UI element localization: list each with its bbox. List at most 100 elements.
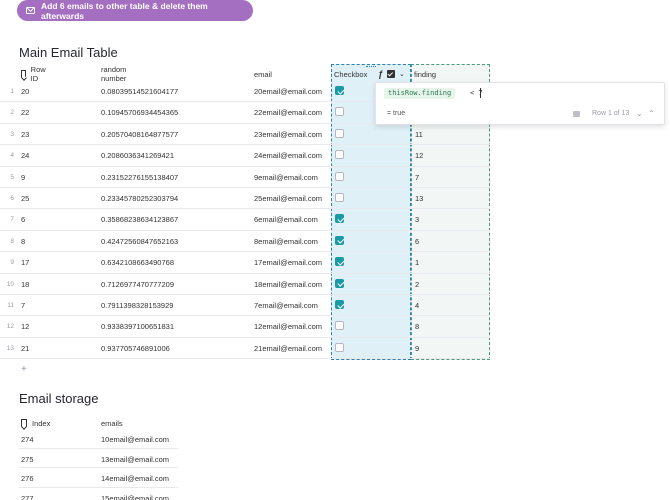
row-id-cell[interactable]: 20	[21, 87, 29, 96]
row-id-cell[interactable]: 24	[21, 151, 29, 160]
table-row[interactable]: 4 24 0.2086036341269421 24email@email.com 12	[0, 145, 490, 167]
random-number-cell[interactable]: 0.23152276155138407	[101, 173, 178, 182]
email-cell[interactable]: 14email@email.com	[101, 474, 169, 483]
email-cell[interactable]: 17email@email.com	[254, 258, 322, 267]
email-cell[interactable]: 13email@email.com	[101, 455, 169, 464]
email-cell[interactable]: 12email@email.com	[254, 322, 322, 331]
random-number-cell[interactable]: 0.35868238634123867	[101, 215, 178, 224]
table-row[interactable]: 277 15email@email.com	[19, 488, 178, 500]
email-cell[interactable]: 24email@email.com	[254, 151, 322, 160]
row-id-cell[interactable]: 22	[21, 108, 29, 117]
table-row[interactable]: 12 12 0.9338397100651831 12email@email.com 8	[0, 316, 490, 338]
row-checkbox[interactable]	[335, 278, 344, 288]
row-id-cell[interactable]: 23	[21, 130, 29, 139]
email-cell[interactable]: 20email@email.com	[254, 87, 322, 96]
finding-cell[interactable]: 7	[415, 173, 419, 182]
random-number-cell[interactable]: 0.20570408164877577	[101, 130, 178, 139]
row-checkbox[interactable]	[335, 150, 344, 160]
row-id-cell[interactable]: 6	[21, 215, 25, 224]
column-drag-handle[interactable]	[366, 66, 376, 68]
row-id-cell[interactable]: 12	[21, 322, 29, 331]
email-cell[interactable]: 21email@email.com	[254, 344, 322, 353]
table-row[interactable]: 11 7 0.7911398328153929 7email@email.com 4	[0, 295, 490, 317]
table-row[interactable]: 6 25 0.23345780252303794 25email@email.com 1…	[0, 188, 490, 210]
row-checkbox[interactable]	[335, 171, 344, 181]
table-row[interactable]: 275 13email@email.com	[19, 449, 178, 469]
row-number: 11	[7, 302, 14, 309]
email-cell[interactable]: 25email@email.com	[254, 194, 322, 203]
random-number-cell[interactable]: 0.2086036341269421	[101, 151, 174, 160]
row-checkbox[interactable]	[335, 128, 344, 138]
row-id-cell[interactable]: 25	[21, 194, 29, 203]
finding-cell[interactable]: 3	[415, 215, 419, 224]
row-id-cell[interactable]: 21	[21, 344, 29, 353]
formula-token[interactable]: thisRow.finding	[384, 88, 456, 99]
email-cell[interactable]: 6email@email.com	[254, 215, 318, 224]
chevron-up-icon[interactable]: ⌃	[648, 109, 655, 118]
row-number: 3	[10, 130, 14, 138]
random-number-cell[interactable]: 0.7126977470777209	[101, 280, 174, 289]
finding-cell[interactable]: 11	[415, 130, 423, 139]
add-row-button[interactable]: +	[21, 364, 27, 375]
row-checkbox[interactable]	[335, 342, 344, 352]
table-row[interactable]: 276 14email@email.com	[19, 468, 178, 488]
row-checkbox[interactable]	[335, 300, 344, 309]
formula-editor[interactable]: thisRow.finding < 7 = true Row 1 of 13 ⌄…	[375, 82, 665, 125]
table-row[interactable]: 9 17 0.6342108663490768 17email@email.com 1	[0, 252, 490, 274]
index-cell[interactable]: 275	[21, 455, 34, 464]
email-cell[interactable]: 9email@email.com	[254, 173, 318, 182]
checkbox-icon[interactable]	[387, 70, 396, 78]
email-cell[interactable]: 15email@email.com	[101, 494, 169, 500]
email-cell[interactable]: 10email@email.com	[101, 435, 169, 444]
formula-icon[interactable]: ƒ	[378, 69, 383, 79]
random-number-cell[interactable]: 0.6342108663490768	[101, 258, 174, 267]
chevron-down-icon[interactable]: ⌄	[636, 109, 643, 118]
table-row[interactable]: 7 6 0.35868238634123867 6email@email.com 3	[0, 209, 490, 231]
finding-cell[interactable]: 4	[415, 301, 419, 310]
row-checkbox[interactable]	[335, 107, 344, 117]
row-id-cell[interactable]: 17	[21, 258, 29, 267]
table-row[interactable]: 8 8 0.42472560847652163 8email@email.com 6	[0, 231, 490, 253]
random-number-cell[interactable]: 0.42472560847652163	[101, 237, 178, 246]
row-id-cell[interactable]: 8	[21, 237, 25, 246]
random-number-cell[interactable]: 0.10945706934454365	[101, 108, 178, 117]
mail-icon	[26, 7, 35, 14]
row-checkbox[interactable]	[335, 193, 344, 202]
table-row[interactable]: 10 18 0.7126977470777209 18email@email.com 2	[0, 274, 490, 295]
table-row[interactable]: 274 10email@email.com	[19, 429, 178, 449]
table-row[interactable]: 5 9 0.23152276155138407 9email@email.com 7	[0, 167, 490, 188]
random-number-cell[interactable]: 0.9338397100651831	[101, 322, 174, 331]
finding-cell[interactable]: 6	[415, 237, 419, 246]
table-row[interactable]: 3 23 0.20570408164877577 23email@email.com 1…	[0, 124, 490, 146]
index-cell[interactable]: 277	[21, 494, 34, 500]
row-checkbox[interactable]	[335, 321, 344, 331]
email-cell[interactable]: 22email@email.com	[254, 108, 322, 117]
row-id-cell[interactable]: 18	[21, 280, 29, 289]
email-cell[interactable]: 8email@email.com	[254, 237, 318, 246]
row-checkbox[interactable]	[335, 235, 344, 245]
row-id-cell[interactable]: 9	[21, 173, 25, 182]
finding-cell[interactable]: 1	[415, 258, 419, 267]
finding-cell[interactable]: 9	[415, 344, 419, 353]
random-number-cell[interactable]: 0.08039514521604177	[101, 87, 178, 96]
random-number-cell[interactable]: 0.7911398328153929	[101, 301, 173, 310]
add-emails-button[interactable]: Add 6 emails to other table & delete the…	[17, 0, 253, 21]
finding-cell[interactable]: 13	[415, 194, 423, 203]
chevron-down-icon[interactable]: ⌄	[399, 70, 405, 78]
row-checkbox[interactable]	[335, 214, 344, 224]
index-cell[interactable]: 276	[21, 474, 34, 483]
finding-cell[interactable]: 12	[415, 151, 423, 160]
index-cell[interactable]: 274	[21, 435, 34, 444]
row-id-cell[interactable]: 7	[21, 301, 25, 310]
email-cell[interactable]: 23email@email.com	[254, 130, 322, 139]
email-cell[interactable]: 7email@email.com	[254, 301, 318, 310]
row-checkbox[interactable]	[335, 257, 344, 267]
finding-cell[interactable]: 2	[415, 280, 419, 289]
table-row[interactable]: 13 21 0.937705746891006 21email@email.com 9	[0, 338, 490, 360]
random-number-cell[interactable]: 0.937705746891006	[101, 344, 170, 353]
random-number-cell[interactable]: 0.23345780252303794	[101, 194, 178, 203]
finding-cell[interactable]: 8	[415, 322, 419, 331]
row-checkbox[interactable]	[335, 86, 344, 95]
formula-result: = true	[387, 110, 406, 117]
email-cell[interactable]: 18email@email.com	[254, 280, 322, 289]
